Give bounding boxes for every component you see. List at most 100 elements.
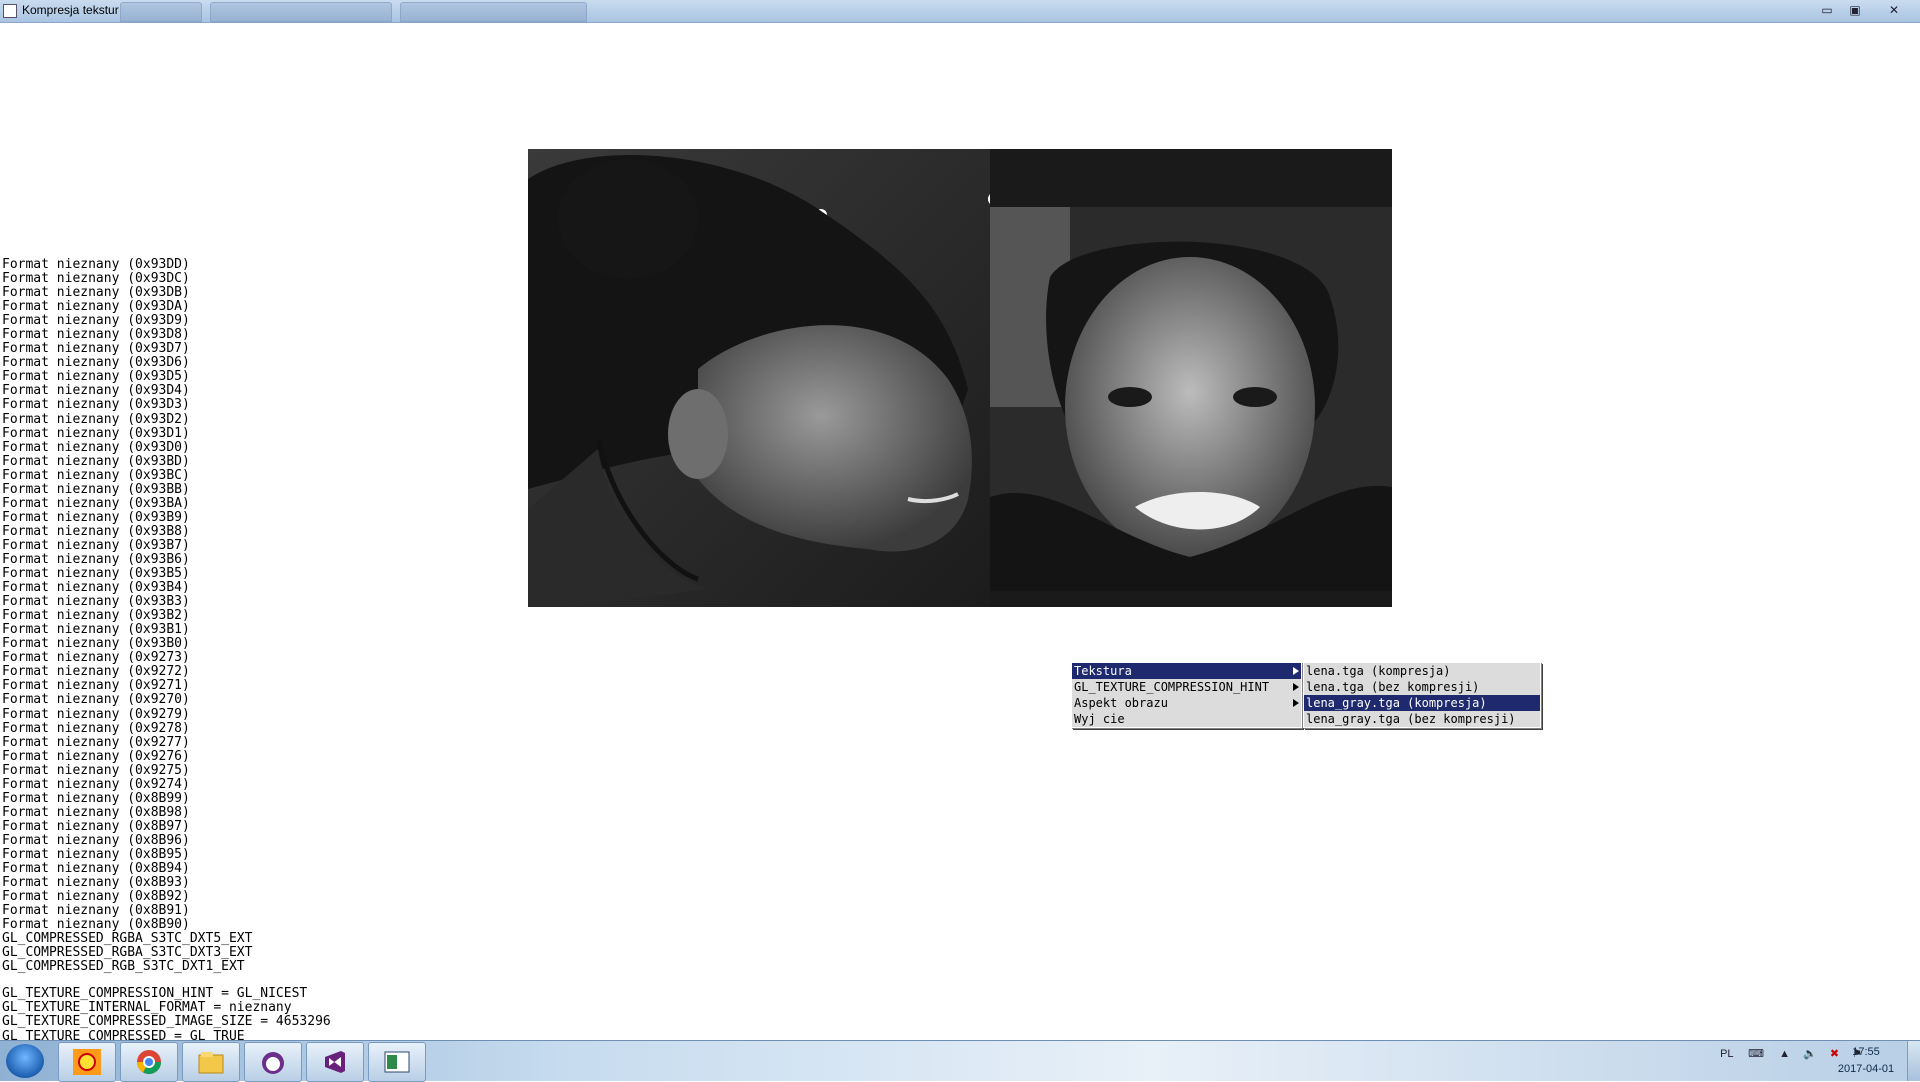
maximize-button[interactable]: ▣ bbox=[1841, 2, 1869, 18]
taskbar-app-sun[interactable] bbox=[58, 1042, 116, 1082]
context-menu-item-label: Aspekt obrazu bbox=[1074, 696, 1168, 710]
console-line: Format nieznany (0x93B8) bbox=[2, 523, 190, 539]
photo-portrait-image bbox=[990, 207, 1392, 591]
app-icon bbox=[3, 4, 17, 18]
console-line: Format nieznany (0x93BC) bbox=[2, 467, 190, 483]
console-line: Format nieznany (0x93B9) bbox=[2, 509, 190, 525]
background-tab-2[interactable] bbox=[210, 2, 392, 22]
texture-submenu-item[interactable]: lena_gray.tga (bez kompresji) bbox=[1304, 711, 1540, 727]
console-line: Format nieznany (0x9277) bbox=[2, 734, 190, 750]
clock-date[interactable]: 2017-04-01 bbox=[1830, 1063, 1902, 1075]
texture-image-panel bbox=[528, 149, 1392, 607]
console-line: Format nieznany (0x93B3) bbox=[2, 594, 190, 610]
console-line: Format nieznany (0x93D7) bbox=[2, 341, 190, 357]
start-button[interactable] bbox=[6, 1044, 44, 1078]
console-line: Format nieznany (0x8B90) bbox=[2, 917, 190, 933]
console-line: Format nieznany (0x93D3) bbox=[2, 397, 190, 413]
app-window-icon bbox=[384, 1051, 410, 1073]
console-line: Format nieznany (0x93D2) bbox=[2, 411, 190, 427]
context-menu-item[interactable]: Aspekt obrazu bbox=[1072, 695, 1301, 711]
console-line: GL_COMPRESSED_RGB_S3TC_DXT1_EXT bbox=[2, 959, 245, 975]
sun-app-icon bbox=[73, 1049, 101, 1075]
console-line: GL_COMPRESSED_RGBA_S3TC_DXT5_EXT bbox=[2, 931, 253, 947]
show-hidden-icons-icon[interactable]: ▲ bbox=[1779, 1048, 1790, 1060]
console-line: Format nieznany (0x93B4) bbox=[2, 580, 190, 596]
texture-submenu-item[interactable]: lena.tga (kompresja) bbox=[1304, 663, 1540, 679]
console-line: Format nieznany (0x93BD) bbox=[2, 453, 190, 469]
console-line: Format nieznany (0x9275) bbox=[2, 762, 190, 778]
console-line: Format nieznany (0x8B94) bbox=[2, 861, 190, 877]
submenu-arrow-icon bbox=[1293, 667, 1299, 675]
context-menu-item[interactable]: Wyj cie bbox=[1072, 711, 1301, 727]
console-line: Format nieznany (0x93B2) bbox=[2, 608, 190, 624]
taskbar: PL ⌨ ▲ 🔈 ✖ ⚑ 17:55 2017-04-01 bbox=[0, 1040, 1920, 1082]
console-line: Format nieznany (0x93D9) bbox=[2, 313, 190, 329]
language-indicator[interactable]: PL bbox=[1720, 1048, 1733, 1060]
console-line: Format nieznany (0x93BB) bbox=[2, 481, 190, 497]
visual-studio-icon bbox=[325, 1051, 345, 1073]
console-line: Format nieznany (0x8B96) bbox=[2, 832, 190, 848]
console-line: Format nieznany (0x9271) bbox=[2, 678, 190, 694]
console-line: Format nieznany (0x93DB) bbox=[2, 285, 190, 301]
console-line: Format nieznany (0x9276) bbox=[2, 748, 190, 764]
console-line: Format nieznany (0x93DD) bbox=[2, 257, 190, 272]
console-line: Format nieznany (0x9270) bbox=[2, 692, 190, 708]
console-output: Format nieznany (0x93DD) Format nieznany … bbox=[2, 257, 331, 1044]
console-line: Format nieznany (0x93D1) bbox=[2, 425, 190, 441]
console-line: Format nieznany (0x93B0) bbox=[2, 636, 190, 652]
console-line: Format nieznany (0x93DC) bbox=[2, 271, 190, 287]
context-menu: Tekstura GL_TEXTURE_COMPRESSION_HINT Aspek… bbox=[1071, 662, 1302, 728]
texture-submenu-item-label: lena_gray.tga (bez kompresji) bbox=[1306, 712, 1516, 726]
minimize-button[interactable]: ▭ bbox=[1813, 2, 1841, 18]
close-button[interactable]: ✕ bbox=[1880, 2, 1908, 18]
volume-icon[interactable]: 🔈 bbox=[1803, 1048, 1817, 1060]
console-line: Format nieznany (0x9274) bbox=[2, 776, 190, 792]
status-line: GL_TEXTURE_COMPRESSION_HINT = GL_NICEST bbox=[2, 986, 308, 1002]
console-line: Format nieznany (0x93DA) bbox=[2, 299, 190, 315]
taskbar-app-explorer[interactable] bbox=[182, 1042, 240, 1082]
window-titlebar: Kompresja tekstur ▭ ▣ ✕ bbox=[0, 0, 1920, 23]
context-menu-item[interactable]: GL_TEXTURE_COMPRESSION_HINT bbox=[1072, 679, 1301, 695]
background-tab-1[interactable] bbox=[120, 2, 202, 22]
context-menu-item-label: Wyj cie bbox=[1074, 712, 1125, 726]
cat-app-icon bbox=[262, 1052, 284, 1074]
photo-profile-image bbox=[528, 149, 990, 607]
context-menu-item-label: GL_TEXTURE_COMPRESSION_HINT bbox=[1074, 680, 1270, 694]
console-line: Format nieznany (0x8B99) bbox=[2, 790, 190, 806]
console-line: Format nieznany (0x93D8) bbox=[2, 327, 190, 343]
console-line: Format nieznany (0x8B91) bbox=[2, 903, 190, 919]
taskbar-app-cat[interactable] bbox=[244, 1042, 302, 1082]
taskbar-app-visualstudio[interactable] bbox=[306, 1042, 364, 1082]
console-line: Format nieznany (0x9279) bbox=[2, 706, 190, 722]
console-line: Format nieznany (0x8B98) bbox=[2, 804, 190, 820]
console-line: Format nieznany (0x93D6) bbox=[2, 355, 190, 371]
console-line: Format nieznany (0x9273) bbox=[2, 650, 190, 666]
show-desktop-button[interactable] bbox=[1907, 1041, 1920, 1081]
console-line: Format nieznany (0x8B95) bbox=[2, 846, 190, 862]
console-line: Format nieznany (0x8B97) bbox=[2, 818, 190, 834]
chrome-icon bbox=[137, 1050, 161, 1075]
status-line: GL_TEXTURE_COMPRESSED_IMAGE_SIZE = 46532… bbox=[2, 1014, 331, 1030]
console-line: Format nieznany (0x93B1) bbox=[2, 622, 190, 638]
submenu-arrow-icon bbox=[1293, 683, 1299, 691]
console-line: Format nieznany (0x93D0) bbox=[2, 439, 190, 455]
console-line: Format nieznany (0x8B93) bbox=[2, 875, 190, 891]
texture-submenu-item-label: lena.tga (kompresja) bbox=[1306, 664, 1451, 678]
texture-submenu-item[interactable]: lena_gray.tga (kompresja) bbox=[1304, 695, 1540, 711]
console-line: Format nieznany (0x93B6) bbox=[2, 551, 190, 567]
console-line: Format nieznany (0x93D4) bbox=[2, 383, 190, 399]
keyboard-icon[interactable]: ⌨ bbox=[1748, 1048, 1764, 1060]
context-menu-item[interactable]: Tekstura bbox=[1072, 663, 1301, 679]
texture-submenu-item-label: lena.tga (bez kompresji) bbox=[1306, 680, 1480, 694]
taskbar-app-chrome[interactable] bbox=[120, 1042, 178, 1082]
taskbar-app-window[interactable] bbox=[368, 1042, 426, 1082]
console-line: GL_COMPRESSED_RGBA_S3TC_DXT3_EXT bbox=[2, 945, 253, 961]
context-menu-item-label: Tekstura bbox=[1074, 664, 1132, 678]
texture-submenu-item[interactable]: lena.tga (bez kompresji) bbox=[1304, 679, 1540, 695]
clock-time[interactable]: 17:55 bbox=[1836, 1046, 1896, 1058]
background-tab-3[interactable] bbox=[400, 2, 587, 22]
console-line: Format nieznany (0x93B7) bbox=[2, 537, 190, 553]
status-line: GL_TEXTURE_INTERNAL_FORMAT = nieznany bbox=[2, 1000, 292, 1016]
console-line: Format nieznany (0x93BA) bbox=[2, 495, 190, 511]
console-line: Format nieznany (0x93B5) bbox=[2, 566, 190, 582]
